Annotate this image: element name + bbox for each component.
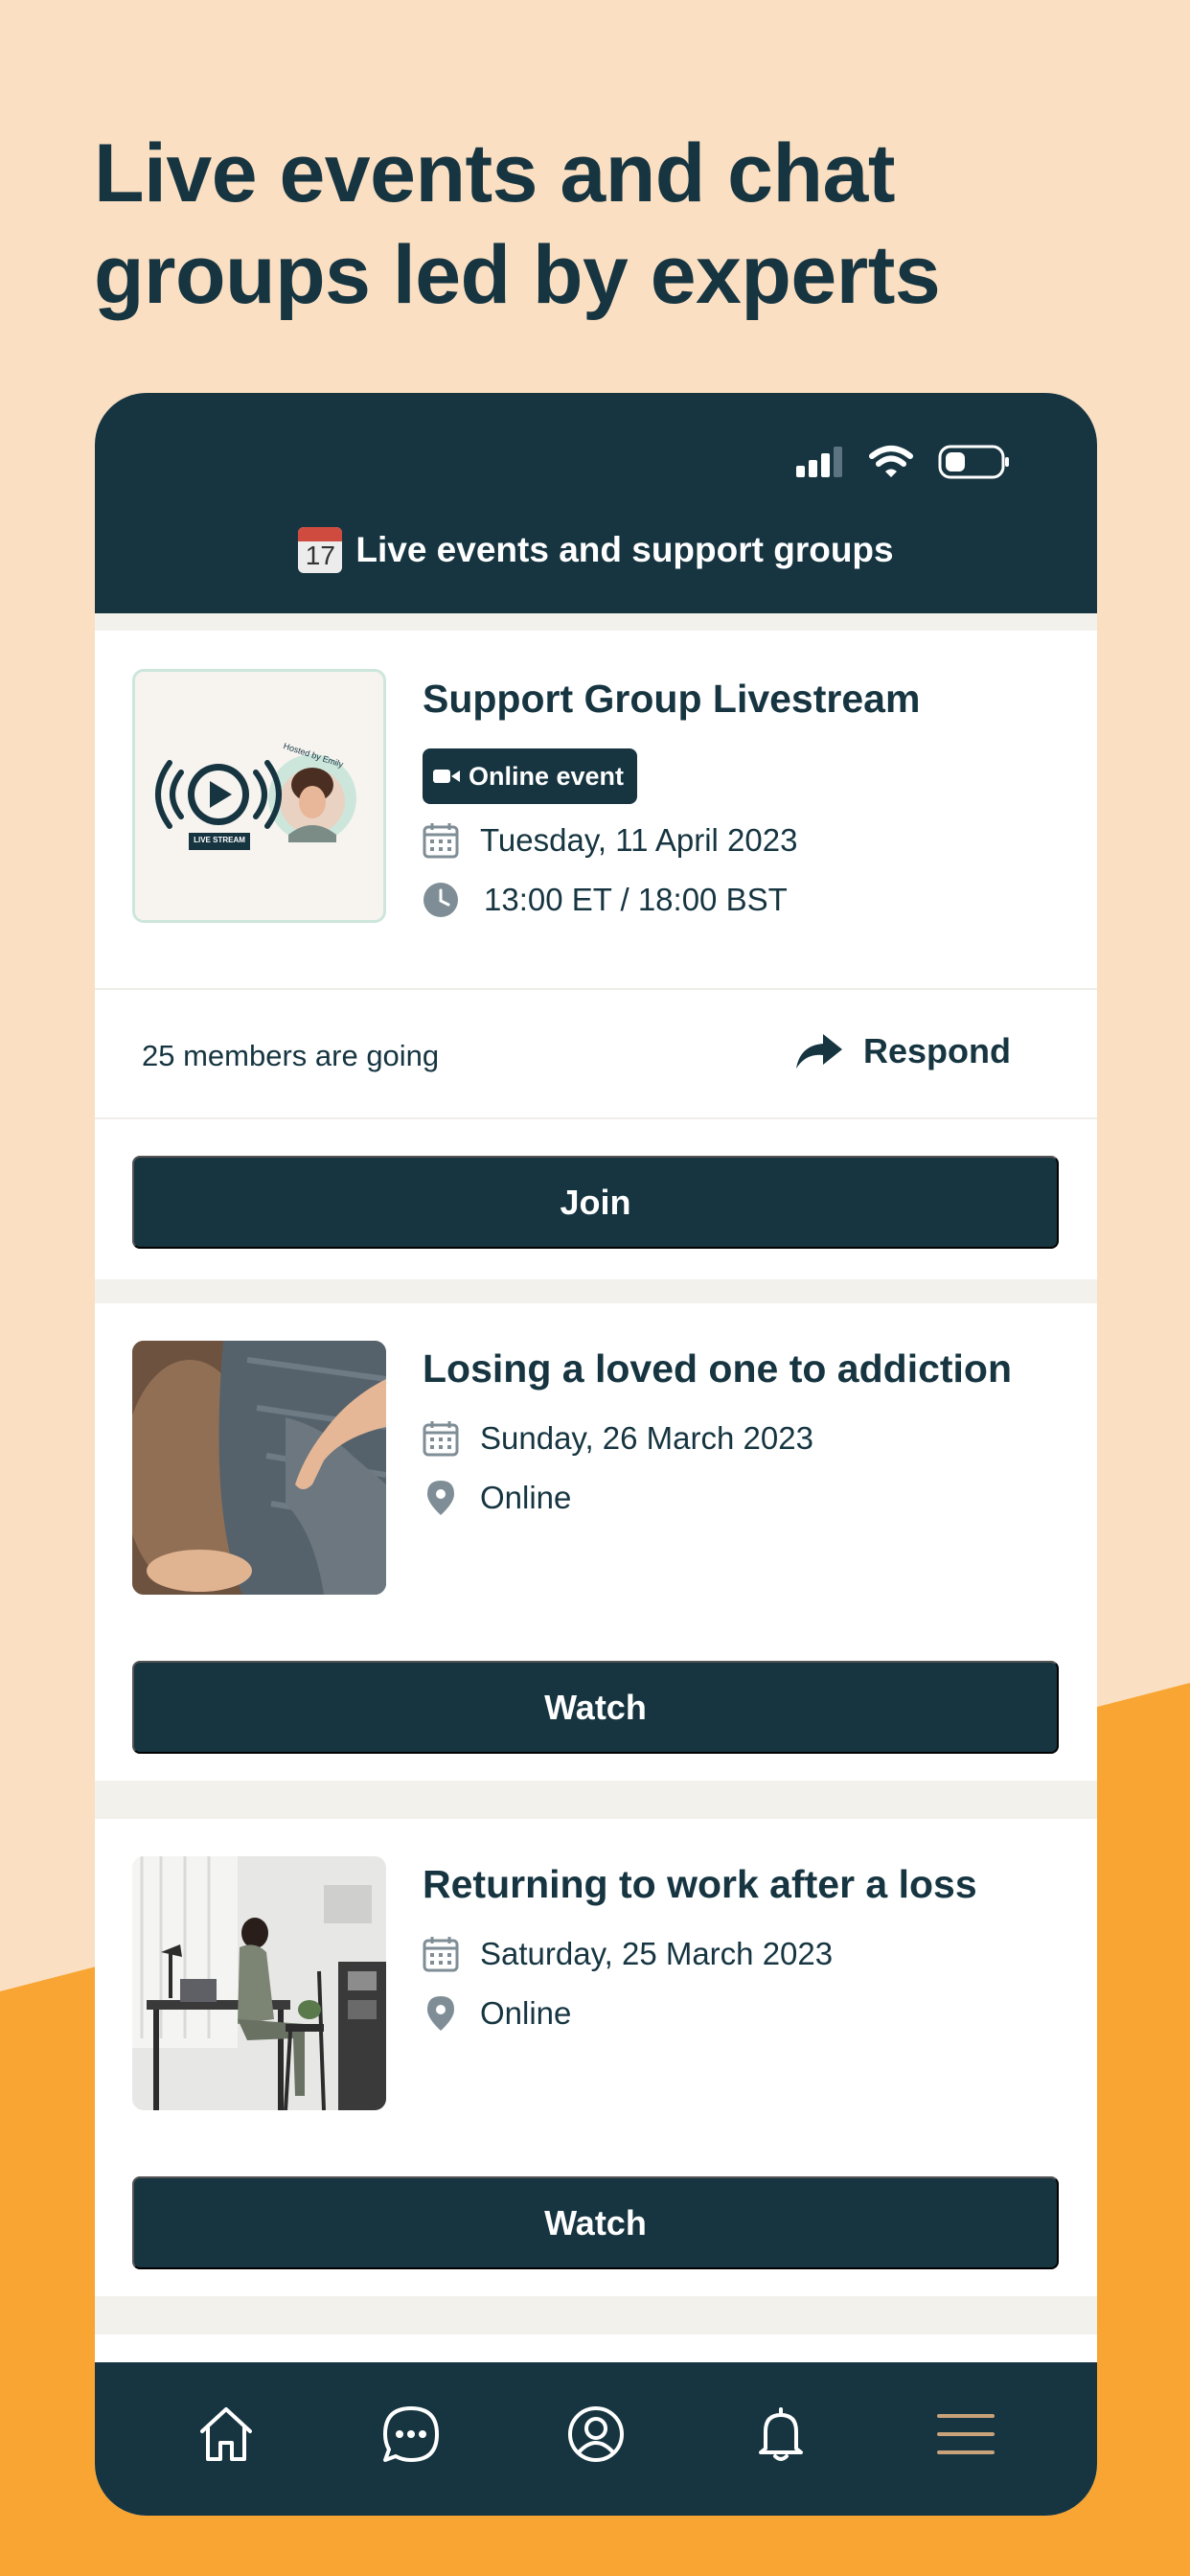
event-card: Losing a loved one to addiction Sunday, … (95, 1303, 1097, 1781)
event-title[interactable]: Support Group Livestream (423, 677, 920, 722)
tab-notifications[interactable] (746, 2400, 815, 2469)
home-icon (199, 2407, 252, 2461)
event-location: Online (480, 1995, 572, 2031)
join-button[interactable]: Join (132, 1156, 1059, 1249)
event-thumbnail[interactable]: LIVE STREAM Hosted by Emily (132, 669, 386, 923)
video-camera-icon (433, 770, 460, 783)
clock-icon (423, 883, 458, 917)
location-pin-icon (427, 1481, 454, 1515)
divider (95, 988, 1097, 990)
badge-label: Online event (469, 761, 625, 791)
event-title[interactable]: Returning to work after a loss (423, 1862, 977, 1907)
attendance-count: 25 members are going (142, 1039, 440, 1072)
bell-icon (759, 2407, 804, 2461)
menu-icon (937, 2414, 995, 2454)
online-event-badge: Online event (423, 748, 638, 804)
event-time-row: 13:00 ET / 18:00 BST (423, 882, 788, 918)
chat-bubble-icon (382, 2406, 439, 2462)
event-card: LIVE STREAM Hosted by Emily Support Grou… (95, 631, 1097, 1279)
event-date: Tuesday, 11 April 2023 (480, 822, 798, 858)
event-time: 13:00 ET / 18:00 BST (484, 882, 788, 917)
calendar-icon (423, 1421, 459, 1457)
page-headline: Live events and chat groups led by exper… (94, 127, 941, 321)
location-pin-icon (427, 1996, 454, 2031)
respond-button[interactable]: Respond (794, 1031, 1011, 1071)
event-thumbnail[interactable] (132, 1341, 386, 1595)
watch-button[interactable]: Watch (132, 1661, 1059, 1754)
watch-button[interactable]: Watch (132, 2176, 1059, 2269)
battery-icon (938, 445, 1009, 479)
event-date: Sunday, 26 March 2023 (480, 1420, 813, 1456)
woman-at-desk-photo (132, 1856, 386, 2110)
bottom-tab-bar (95, 2362, 1097, 2516)
calendar-icon (423, 1937, 459, 1972)
tab-menu[interactable] (931, 2400, 1000, 2469)
status-bar (794, 433, 1011, 491)
respond-label: Respond (862, 1031, 1011, 1070)
thumbnail-caption: LIVE STREAM (194, 836, 245, 844)
phone-mockup: 17 Live events and support groups LIVE S… (95, 393, 1097, 2516)
wifi-icon (869, 446, 913, 477)
tab-profile[interactable] (561, 2400, 630, 2469)
hands-on-shoulder-photo (132, 1341, 386, 1595)
event-location: Online (480, 1480, 572, 1515)
event-date-row: Saturday, 25 March 2023 (423, 1936, 833, 1972)
calendar-icon (423, 823, 459, 859)
screen-title: 17 Live events and support groups (95, 527, 1097, 573)
signal-icon (796, 447, 842, 477)
event-date-row: Tuesday, 11 April 2023 (423, 822, 797, 859)
tab-chat[interactable] (377, 2400, 446, 2469)
screen-title-text: Live events and support groups (355, 530, 894, 569)
event-card: Returning to work after a loss Saturday,… (95, 1819, 1097, 2296)
app-header: 17 Live events and support groups (95, 393, 1097, 613)
livestream-logo-image (155, 754, 356, 850)
divider (95, 1117, 1097, 1119)
calendar-emoji-icon: 17 (298, 527, 343, 573)
event-date-row: Sunday, 26 March 2023 (423, 1420, 813, 1457)
share-arrow-icon (795, 1034, 842, 1069)
event-location-row: Online (423, 1480, 571, 1516)
event-date: Saturday, 25 March 2023 (480, 1936, 834, 1971)
tab-home[interactable] (192, 2400, 261, 2469)
event-title[interactable]: Losing a loved one to addiction (423, 1346, 1012, 1392)
profile-icon (567, 2406, 624, 2462)
event-location-row: Online (423, 1995, 571, 2032)
event-thumbnail[interactable] (132, 1856, 386, 2110)
